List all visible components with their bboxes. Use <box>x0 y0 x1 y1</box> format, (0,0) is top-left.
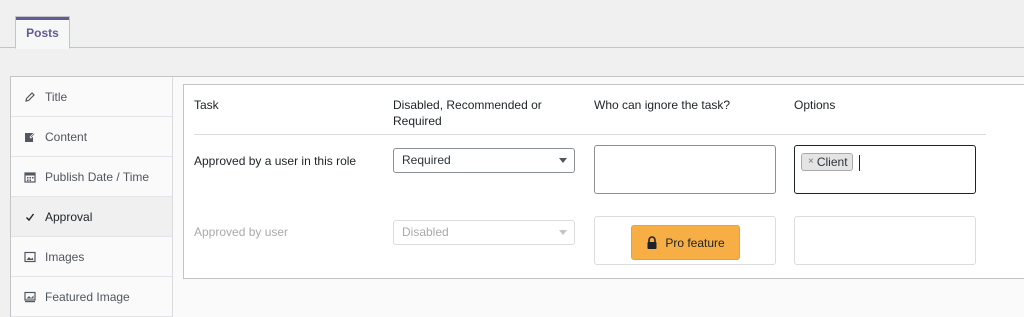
option-tag-label: Client <box>816 155 848 169</box>
status-select[interactable]: Required <box>393 148 575 173</box>
sidebar-item-title[interactable]: Title <box>11 77 172 117</box>
sidebar-item-featured-image[interactable]: Featured Image <box>11 277 172 317</box>
chevron-down-icon <box>559 158 567 163</box>
sidebar-item-images[interactable]: Images <box>11 237 172 277</box>
sidebar: Title Content Publish Date / Time Approv… <box>11 77 173 317</box>
sidebar-item-label: Title <box>45 89 68 104</box>
sidebar-item-label: Featured Image <box>45 289 130 304</box>
remove-tag-icon[interactable]: × <box>808 154 814 170</box>
chevron-down-icon <box>559 230 567 235</box>
lock-icon <box>646 235 658 250</box>
options-input <box>794 216 976 265</box>
sidebar-item-publish-date[interactable]: Publish Date / Time <box>11 157 172 197</box>
column-header-options: Options <box>794 98 836 112</box>
featured-image-icon <box>23 290 37 304</box>
check-icon <box>23 210 37 224</box>
status-select: Disabled <box>393 220 575 245</box>
task-label: Approved by user <box>194 225 289 239</box>
who-can-ignore-cell: Pro feature <box>594 216 776 265</box>
settings-panel: Title Content Publish Date / Time Approv… <box>10 76 1024 317</box>
calendar-icon <box>23 170 37 184</box>
text-cursor <box>859 155 860 171</box>
tab-posts[interactable]: Posts <box>15 16 70 49</box>
status-select-value: Required <box>402 153 451 167</box>
sidebar-item-content[interactable]: Content <box>11 117 172 157</box>
edit-icon <box>23 130 37 144</box>
sidebar-item-label: Images <box>45 249 85 264</box>
header-divider <box>194 134 986 135</box>
column-header-task: Task <box>194 98 219 112</box>
sidebar-item-label: Publish Date / Time <box>45 169 150 184</box>
column-header-who-can-ignore: Who can ignore the task? <box>594 98 731 112</box>
image-icon <box>23 250 37 264</box>
sidebar-item-label: Approval <box>45 209 93 224</box>
sidebar-item-label: Content <box>45 129 88 144</box>
option-tag: × Client <box>801 153 853 171</box>
pro-feature-button[interactable]: Pro feature <box>631 225 740 260</box>
pencil-icon <box>23 90 37 104</box>
column-header-status: Disabled, Recommended or Required <box>393 98 542 128</box>
who-can-ignore-input[interactable] <box>594 145 776 194</box>
task-label: Approved by a user in this role <box>194 154 357 168</box>
status-select-value: Disabled <box>402 225 449 239</box>
approval-settings-table: Task Disabled, Recommended or Required W… <box>183 84 1024 279</box>
sidebar-item-approval[interactable]: Approval <box>11 197 172 237</box>
tab-bar: Posts <box>0 0 1024 49</box>
pro-feature-label: Pro feature <box>665 235 725 250</box>
options-tag-input[interactable]: × Client <box>794 145 976 194</box>
